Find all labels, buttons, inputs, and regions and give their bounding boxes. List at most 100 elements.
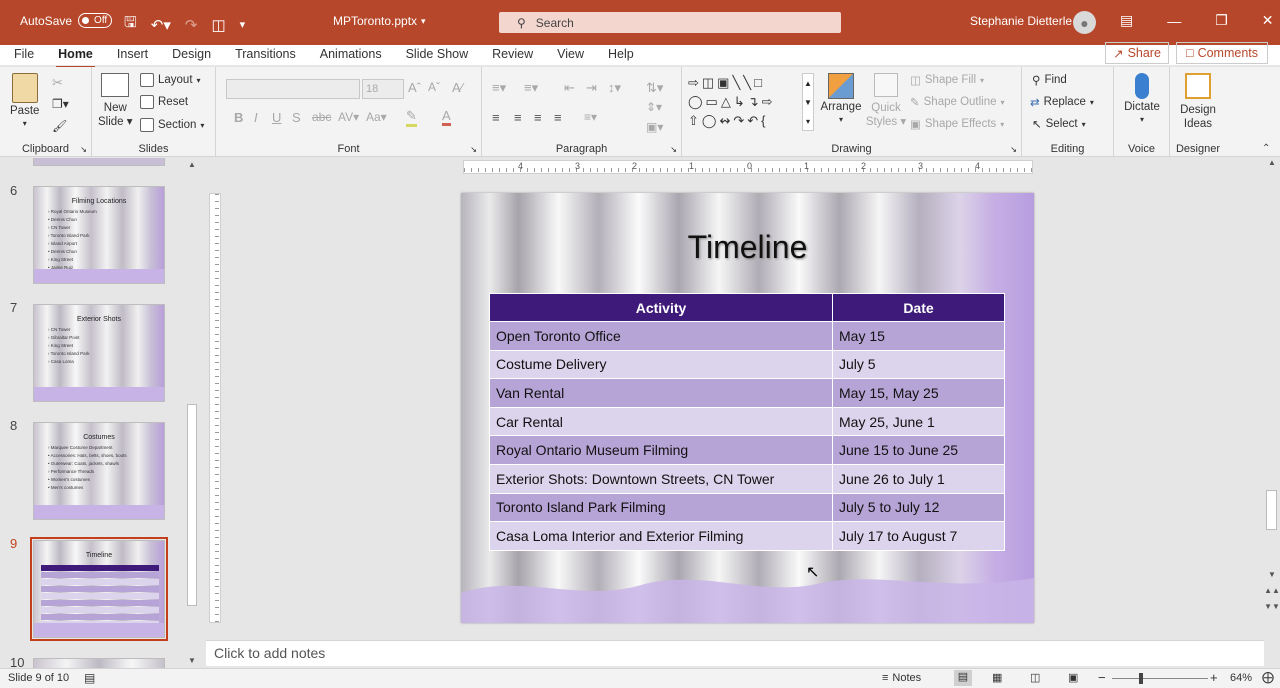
shape-outline-button[interactable]: ✎ Shape Outline ▾ xyxy=(910,95,1005,109)
justify-icon[interactable]: ≡ xyxy=(554,110,562,125)
scroll-up-icon[interactable]: ▲ xyxy=(186,160,198,169)
redo-icon[interactable]: ↷ xyxy=(185,16,198,34)
dialog-launcher-icon[interactable]: ↘ xyxy=(470,145,477,154)
table-cell[interactable]: June 15 to June 25 xyxy=(832,435,1005,465)
select-button[interactable]: ↖ Select ▾ xyxy=(1032,117,1086,131)
table-cell[interactable]: July 5 xyxy=(832,349,1005,380)
notes-pane[interactable]: Click to add notes xyxy=(206,640,1264,666)
font-size-input[interactable]: 18 xyxy=(362,79,404,99)
text-direction-icon[interactable]: ⇅▾ xyxy=(646,80,663,96)
share-button[interactable]: ↗ Share xyxy=(1105,42,1169,64)
zoom-slider[interactable] xyxy=(1112,673,1208,684)
save-icon[interactable]: 🖫 xyxy=(124,12,137,37)
shadow-icon[interactable]: S xyxy=(292,110,301,125)
font-color-icon[interactable]: A xyxy=(442,108,451,126)
autosave-switch[interactable]: Off xyxy=(78,13,113,28)
customize-toolbar-icon[interactable]: ▾ xyxy=(240,18,246,31)
filename-dropdown[interactable]: MPToronto.pptx ▾ xyxy=(333,14,426,28)
clear-formatting-icon[interactable]: A∕ xyxy=(452,80,463,95)
tab-review[interactable]: Review xyxy=(480,45,545,65)
highlight-icon[interactable]: ✎ xyxy=(406,108,417,127)
previous-slide-icon[interactable]: ▲▲ xyxy=(1264,586,1280,595)
arrange-button[interactable]: Arrange ▾ xyxy=(821,73,861,124)
collapse-ribbon-icon[interactable]: ⌃ xyxy=(1262,143,1270,154)
ribbon-display-icon[interactable]: ▤ xyxy=(1120,12,1133,29)
slide-thumbnail-6[interactable]: Filming Locations › Royal Ontario Museum… xyxy=(33,186,165,284)
shape-effects-button[interactable]: ▣ Shape Effects ▾ xyxy=(910,117,1004,131)
tab-home[interactable]: Home xyxy=(46,45,105,69)
table-header-cell[interactable]: Activity xyxy=(489,293,833,322)
align-right-icon[interactable]: ≡ xyxy=(534,110,542,125)
design-ideas-button[interactable]: Design Ideas xyxy=(1176,73,1220,131)
italic-icon[interactable]: I xyxy=(254,110,258,125)
tab-insert[interactable]: Insert xyxy=(105,45,160,65)
slide-thumbnail-7[interactable]: Exterior Shots › CN Tower › Gibraltar Poi… xyxy=(33,304,165,402)
strikethrough-icon[interactable]: abc xyxy=(312,110,331,124)
user-name[interactable]: Stephanie Dietterle xyxy=(970,14,1072,28)
dictate-button[interactable]: Dictate ▾ xyxy=(1122,73,1162,124)
notes-button[interactable]: ≡ Notes xyxy=(882,672,921,684)
align-left-icon[interactable]: ≡ xyxy=(492,110,500,125)
slide[interactable]: Timeline Activity Date Open Toronto Offi… xyxy=(461,193,1034,623)
format-painter-icon[interactable]: 🖌 xyxy=(52,119,67,133)
new-slide-button[interactable]: New Slide ▾ xyxy=(98,73,133,129)
increase-indent-icon[interactable]: ⇥ xyxy=(586,80,597,96)
dialog-launcher-icon[interactable]: ↘ xyxy=(670,145,677,154)
scroll-thumb[interactable] xyxy=(187,404,197,606)
zoom-in-icon[interactable]: + xyxy=(1210,670,1218,685)
paste-button[interactable]: Paste ▾ xyxy=(10,73,39,128)
table-cell[interactable]: May 15 xyxy=(832,321,1005,351)
table-cell[interactable]: July 17 to August 7 xyxy=(832,521,1005,551)
thumbnail-scrollbar[interactable]: ▲ ▼ xyxy=(186,160,198,665)
bullets-icon[interactable]: ≡▾ xyxy=(492,80,506,96)
find-button[interactable]: ⚲ Find xyxy=(1032,73,1067,87)
copy-icon[interactable]: ❐▾ xyxy=(52,97,69,111)
dialog-launcher-icon[interactable]: ↘ xyxy=(80,145,87,154)
slide-thumbnail-10[interactable] xyxy=(33,658,165,668)
columns-icon[interactable]: ≡▾ xyxy=(584,110,597,124)
tab-view[interactable]: View xyxy=(545,45,596,65)
comments-button[interactable]: □ Comments xyxy=(1176,42,1268,64)
table-cell[interactable]: Toronto Island Park Filming xyxy=(489,492,833,523)
zoom-slider-thumb[interactable] xyxy=(1139,673,1143,684)
scroll-down-icon[interactable]: ▼ xyxy=(1264,570,1280,579)
shapes-scroll[interactable]: ▲ ▼ ▾ xyxy=(802,73,814,131)
table-cell[interactable]: May 15, May 25 xyxy=(832,378,1005,408)
smartart-icon[interactable]: ▣▾ xyxy=(646,120,663,134)
table-cell[interactable]: Casa Loma Interior and Exterior Filming xyxy=(489,521,833,551)
next-slide-icon[interactable]: ▼▼ xyxy=(1264,602,1280,611)
character-spacing-icon[interactable]: AV▾ xyxy=(338,110,359,124)
decrease-indent-icon[interactable]: ⇤ xyxy=(564,80,575,96)
avatar[interactable]: ● xyxy=(1073,11,1096,34)
slideshow-icon[interactable]: ▣ xyxy=(1068,671,1078,684)
line-spacing-icon[interactable]: ↕▾ xyxy=(608,80,621,96)
reading-view-icon[interactable]: ◫ xyxy=(1030,671,1040,684)
quick-styles-button[interactable]: Quick Styles ▾ xyxy=(866,73,906,129)
fit-slide-icon[interactable]: ⨁ xyxy=(1262,670,1274,684)
decrease-font-icon[interactable]: Aˇ xyxy=(428,80,440,94)
layout-button[interactable]: Layout ▾ xyxy=(140,73,201,87)
tab-slide-show[interactable]: Slide Show xyxy=(394,45,481,65)
normal-view-icon[interactable]: ▤ xyxy=(954,670,972,686)
restore-icon[interactable]: ❐ xyxy=(1215,12,1228,29)
table-header-cell[interactable]: Date xyxy=(832,293,1005,322)
slide-thumbnail-9[interactable]: Timeline xyxy=(33,540,165,638)
dialog-launcher-icon[interactable]: ↘ xyxy=(1010,145,1017,154)
table-cell[interactable]: July 5 to July 12 xyxy=(832,492,1005,523)
table-cell[interactable]: Costume Delivery xyxy=(489,349,833,380)
bold-icon[interactable]: B xyxy=(234,110,243,125)
search-box[interactable]: ⚲ Search xyxy=(499,12,841,33)
tab-transitions[interactable]: Transitions xyxy=(223,45,308,65)
tab-file[interactable]: File xyxy=(0,45,46,65)
autosave-toggle[interactable]: AutoSave Off xyxy=(20,13,113,28)
numbering-icon[interactable]: ≡▾ xyxy=(524,80,538,96)
align-center-icon[interactable]: ≡ xyxy=(514,110,522,125)
underline-icon[interactable]: U xyxy=(272,110,281,125)
replace-button[interactable]: ⇄ Replace ▾ xyxy=(1030,95,1094,109)
scroll-up-icon[interactable]: ▲ xyxy=(1264,158,1280,167)
canvas-scrollbar[interactable]: ▲ ▼ ▲▲ ▼▼ xyxy=(1264,158,1280,640)
table-cell[interactable]: Car Rental xyxy=(489,406,833,437)
table-cell[interactable]: Royal Ontario Museum Filming xyxy=(489,435,833,465)
zoom-out-icon[interactable]: − xyxy=(1098,670,1106,685)
scroll-down-icon[interactable]: ▼ xyxy=(186,656,198,665)
